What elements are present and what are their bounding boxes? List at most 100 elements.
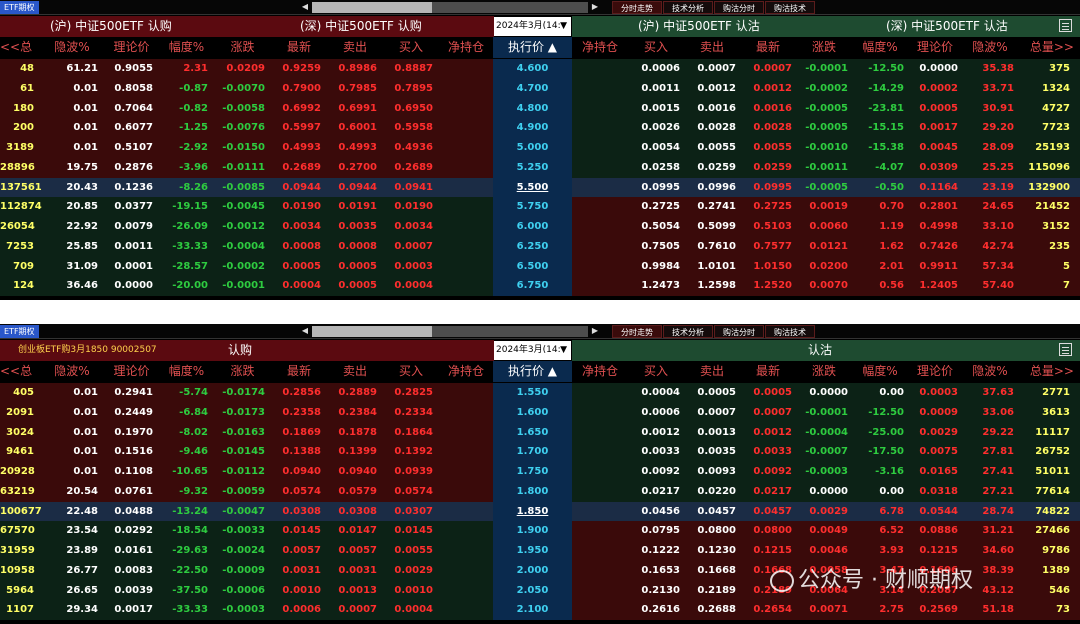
option-row[interactable]: 63219 20.54 0.0761 -9.32 -0.0059 0.0574 0.0579…	[0, 481, 1080, 502]
strike-price[interactable]: 2.000	[493, 561, 572, 581]
option-row[interactable]: 405 0.01 0.2941 -5.74 -0.0174 0.2856 0.2889 0.2…	[0, 383, 1080, 403]
put-col-1[interactable]: 买入	[628, 37, 684, 58]
put-col-3[interactable]: 最新	[740, 37, 796, 58]
option-row[interactable]: 67570 23.54 0.0292 -18.54 -0.0033 0.0145 0.014…	[0, 521, 1080, 542]
option-row[interactable]: 2091 0.01 0.2449 -6.84 -0.0173 0.2358 0.2384 0.…	[0, 402, 1080, 423]
call-col-3[interactable]: 幅度%	[159, 361, 214, 382]
call-col-1[interactable]: 隐波%	[40, 37, 104, 58]
strike-price[interactable]: 2.100	[493, 600, 572, 620]
put-col-6[interactable]: 理论价	[908, 37, 962, 58]
strike-col-header[interactable]: 执行价 ▲	[493, 361, 572, 382]
option-row[interactable]: 3024 0.01 0.1970 -8.02 -0.0163 0.1869 0.1878 0.…	[0, 422, 1080, 443]
strike-price[interactable]: 6.750	[493, 276, 572, 296]
option-row[interactable]: 100677 22.48 0.0488 -13.24 -0.0047 0.0308 0.03…	[0, 501, 1080, 522]
call-col-5[interactable]: 最新	[271, 361, 327, 382]
strike-col-header[interactable]: 执行价 ▲	[493, 37, 572, 58]
option-row[interactable]: 61 0.01 0.8058 -0.87 -0.0070 0.7900 0.7985 0.78…	[0, 78, 1080, 99]
option-row[interactable]: 112874 20.85 0.0377 -19.15 -0.0045 0.0190 0.01…	[0, 197, 1080, 218]
strike-price[interactable]: 2.050	[493, 581, 572, 601]
option-row[interactable]: 200 0.01 0.6077 -1.25 -0.0076 0.5997 0.6001 0.5…	[0, 118, 1080, 139]
call-col-6[interactable]: 卖出	[327, 361, 383, 382]
strike-price[interactable]: 1.650	[493, 423, 572, 443]
strike-price[interactable]: 4.800	[493, 99, 572, 119]
strike-price[interactable]: 1.850	[493, 502, 572, 522]
etf-option-tag[interactable]: ETF期权	[0, 1, 39, 14]
put-col-3[interactable]: 最新	[740, 361, 796, 382]
put-col-4[interactable]: 涨跌	[796, 361, 852, 382]
option-row[interactable]: 124 36.46 0.0000 -20.00 -0.0001 0.0004 0.0005 0…	[0, 276, 1080, 297]
option-row[interactable]: 48 61.21 0.9055 2.31 0.0209 0.9259 0.8986 0.888…	[0, 59, 1080, 79]
put-col-2[interactable]: 卖出	[684, 37, 740, 58]
scroll-right-icon[interactable]: ▶	[590, 1, 600, 13]
put-col-0[interactable]: 净持仓	[572, 37, 628, 58]
tab-0[interactable]: 分时走势	[612, 325, 662, 338]
tab-3[interactable]: 购沽技术	[765, 325, 815, 338]
strike-price[interactable]: 1.750	[493, 462, 572, 482]
put-col-7[interactable]: 隐波%	[962, 37, 1018, 58]
option-row[interactable]: 20928 0.01 0.1108 -10.65 -0.0112 0.0940 0.0940…	[0, 462, 1080, 482]
call-col-6[interactable]: 卖出	[327, 37, 383, 58]
put-col-8[interactable]: 总量>>	[1018, 361, 1074, 382]
option-row[interactable]: 180 0.01 0.7064 -0.82 -0.0058 0.6992 0.6991 0.6…	[0, 98, 1080, 119]
strike-price[interactable]: 4.900	[493, 118, 572, 138]
strike-price[interactable]: 5.500	[493, 178, 572, 198]
strike-price[interactable]: 5.000	[493, 138, 572, 158]
strike-price[interactable]: 6.500	[493, 257, 572, 277]
put-col-5[interactable]: 幅度%	[852, 37, 908, 58]
call-col-8[interactable]: 净持仓	[439, 361, 493, 382]
tab-1[interactable]: 技术分析	[663, 1, 713, 14]
scroll-right-icon[interactable]: ▶	[590, 325, 600, 337]
put-col-4[interactable]: 涨跌	[796, 37, 852, 58]
tab-3[interactable]: 购沽技术	[765, 1, 815, 14]
option-row[interactable]: 26054 22.92 0.0079 -26.09 -0.0012 0.0034 0.003…	[0, 217, 1080, 237]
call-col-5[interactable]: 最新	[271, 37, 327, 58]
expiry-select[interactable]: 2024年3月(14: ▼	[494, 17, 571, 36]
scroll-thumb[interactable]	[312, 326, 432, 337]
call-col-1[interactable]: 隐波%	[40, 361, 104, 382]
strike-price[interactable]: 1.900	[493, 521, 572, 541]
call-col-4[interactable]: 涨跌	[214, 37, 271, 58]
put-col-8[interactable]: 总量>>	[1018, 37, 1074, 58]
strike-price[interactable]: 1.800	[493, 482, 572, 502]
put-col-5[interactable]: 幅度%	[852, 361, 908, 382]
strike-price[interactable]: 5.250	[493, 158, 572, 178]
put-col-6[interactable]: 理论价	[908, 361, 962, 382]
option-row[interactable]: 3189 0.01 0.5107 -2.92 -0.0150 0.4993 0.4993 0.…	[0, 138, 1080, 158]
option-row[interactable]: 709 31.09 0.0001 -28.57 -0.0002 0.0005 0.0005 0…	[0, 256, 1080, 277]
menu-icon[interactable]	[1059, 343, 1072, 356]
menu-icon[interactable]	[1059, 19, 1072, 32]
strike-price[interactable]: 1.600	[493, 403, 572, 423]
call-col-8[interactable]: 净持仓	[439, 37, 493, 58]
call-col-2[interactable]: 理论价	[104, 37, 159, 58]
call-col-7[interactable]: 买入	[383, 37, 439, 58]
tab-0[interactable]: 分时走势	[612, 1, 662, 14]
tab-2[interactable]: 购沽分时	[714, 325, 764, 338]
tab-2[interactable]: 购沽分时	[714, 1, 764, 14]
call-col-4[interactable]: 涨跌	[214, 361, 271, 382]
etf-option-tag[interactable]: ETF期权	[0, 325, 39, 338]
strike-price[interactable]: 4.700	[493, 79, 572, 99]
put-col-1[interactable]: 买入	[628, 361, 684, 382]
tab-1[interactable]: 技术分析	[663, 325, 713, 338]
call-col-3[interactable]: 幅度%	[159, 37, 214, 58]
option-row[interactable]: 137561 20.43 0.1236 -8.26 -0.0085 0.0944 0.094…	[0, 177, 1080, 198]
put-col-0[interactable]: 净持仓	[572, 361, 628, 382]
strike-price[interactable]: 5.750	[493, 197, 572, 217]
option-row[interactable]: 1107 29.34 0.0017 -33.33 -0.0003 0.0006 0.0007…	[0, 600, 1080, 621]
strike-price[interactable]: 6.000	[493, 217, 572, 237]
chevron-down-icon[interactable]: ▼	[560, 341, 567, 360]
option-row[interactable]: 31959 23.89 0.0161 -29.63 -0.0024 0.0057 0.005…	[0, 541, 1080, 561]
expiry-select[interactable]: 2024年3月(14: ▼	[494, 341, 571, 360]
strike-price[interactable]: 6.250	[493, 237, 572, 257]
put-col-7[interactable]: 隐波%	[962, 361, 1018, 382]
option-row[interactable]: 9461 0.01 0.1516 -9.46 -0.0145 0.1388 0.1399 0.…	[0, 442, 1080, 463]
scroll-thumb[interactable]	[312, 2, 432, 13]
put-col-2[interactable]: 卖出	[684, 361, 740, 382]
scroll-left-icon[interactable]: ◀	[300, 1, 310, 13]
option-row[interactable]: 7253 25.85 0.0011 -33.33 -0.0004 0.0008 0.0008…	[0, 236, 1080, 257]
scroll-left-icon[interactable]: ◀	[300, 325, 310, 337]
option-row[interactable]: 28896 19.75 0.2876 -3.96 -0.0111 0.2689 0.2700…	[0, 157, 1080, 178]
chevron-down-icon[interactable]: ▼	[560, 17, 567, 36]
strike-price[interactable]: 1.950	[493, 541, 572, 561]
call-col-7[interactable]: 买入	[383, 361, 439, 382]
